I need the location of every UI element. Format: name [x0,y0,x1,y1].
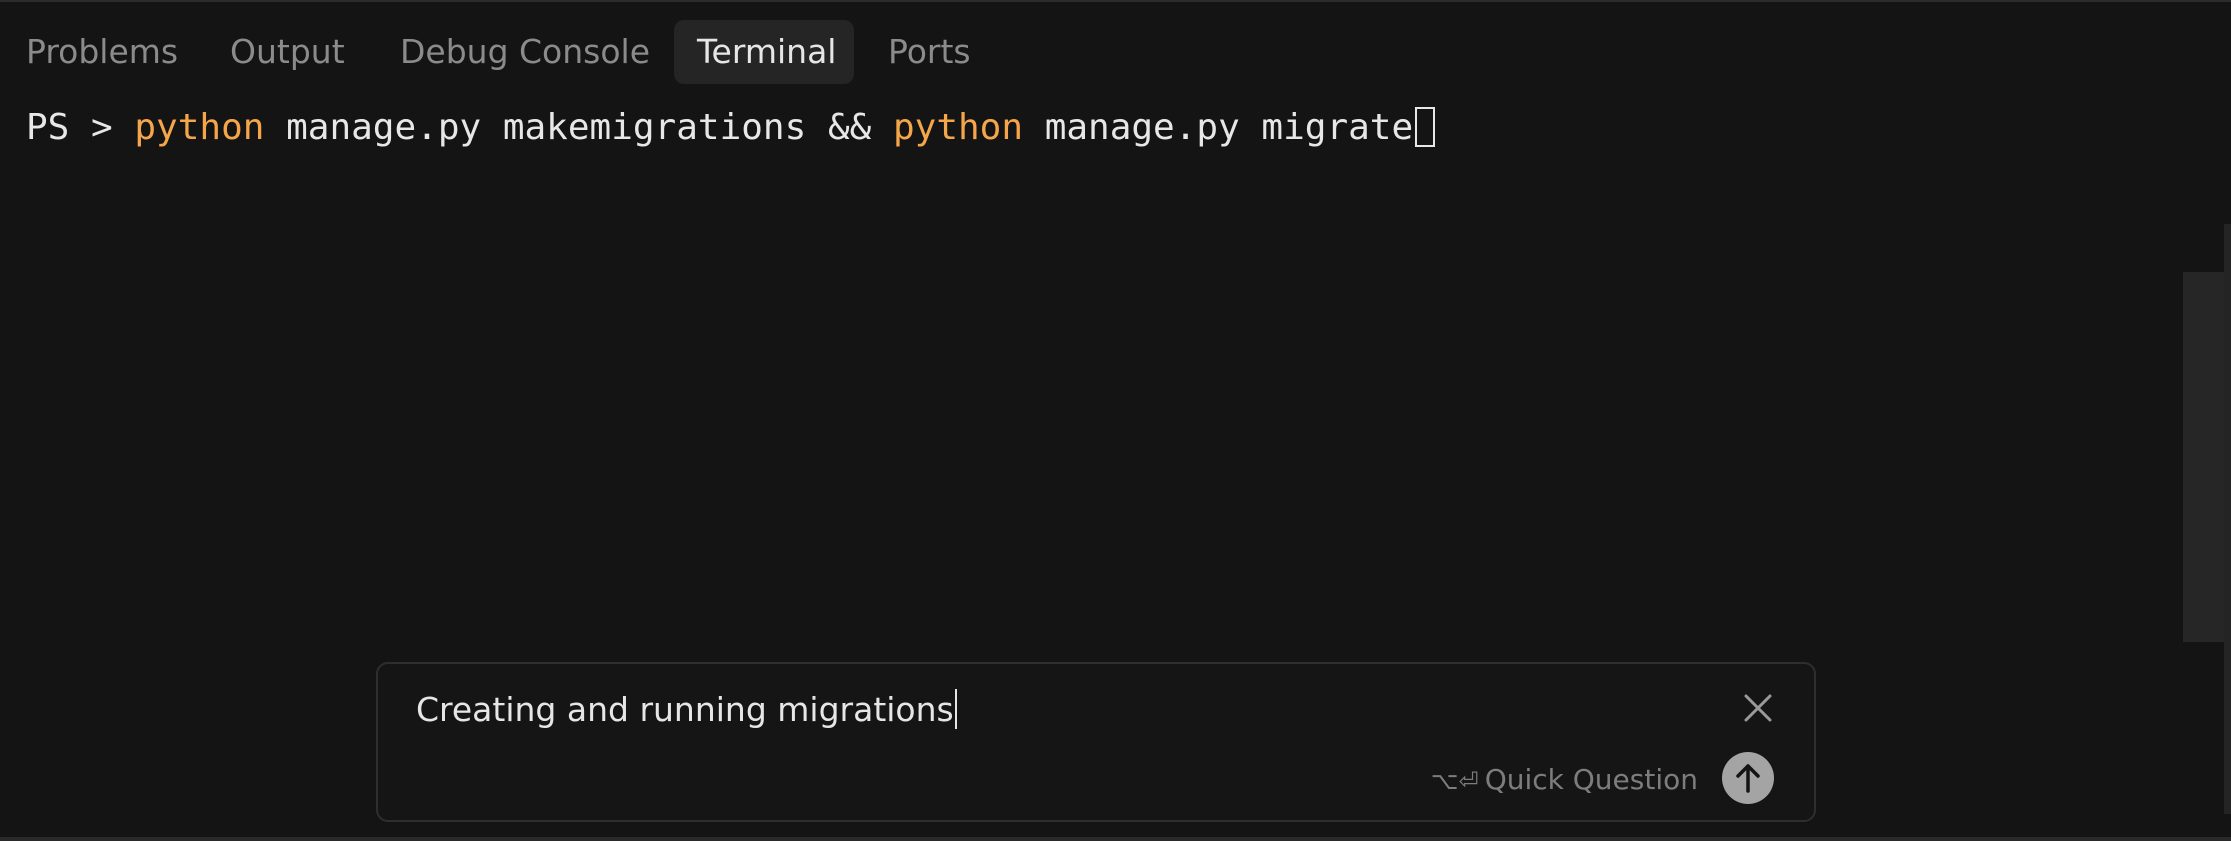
terminal-command-args: manage.py migrate [1023,107,1414,148]
panel-tab-bar: Problems Output Debug Console Terminal P… [0,20,2231,86]
chat-input[interactable]: Creating and running migrations [416,682,957,738]
chat-input-text: Creating and running migrations [416,690,954,729]
terminal-command-keyword: python [134,107,265,148]
close-icon[interactable] [1742,692,1774,724]
keyboard-shortcut-icon: ⌥⏎ [1430,767,1479,795]
tab-ports[interactable]: Ports [888,20,971,84]
terminal-scrollbar-thumb[interactable] [2183,272,2225,642]
quick-question-label: Quick Question [1484,763,1698,796]
arrow-up-icon [1736,764,1760,793]
terminal-command-keyword: python [892,107,1024,148]
panel-scrollbar[interactable] [2224,224,2231,814]
text-caret [954,689,957,729]
quick-question-box: Creating and running migrations ⌥⏎ Quick … [376,662,1816,822]
tab-terminal[interactable]: Terminal [674,20,854,84]
tab-debug-console[interactable]: Debug Console [400,20,650,84]
terminal-cursor [1415,107,1436,147]
tab-output[interactable]: Output [230,20,345,84]
tab-problems[interactable]: Problems [26,20,178,84]
terminal-panel: Problems Output Debug Console Terminal P… [0,0,2231,841]
quick-question-shortcut[interactable]: ⌥⏎ Quick Question [1431,757,1698,803]
terminal-command-line[interactable]: PS > python manage.py makemigrations && … [26,103,1436,153]
terminal-command-args: manage.py makemigrations && [264,107,893,148]
send-button[interactable] [1722,752,1774,804]
panel-bottom-border [0,837,2231,841]
terminal-prompt: PS > [26,107,135,148]
